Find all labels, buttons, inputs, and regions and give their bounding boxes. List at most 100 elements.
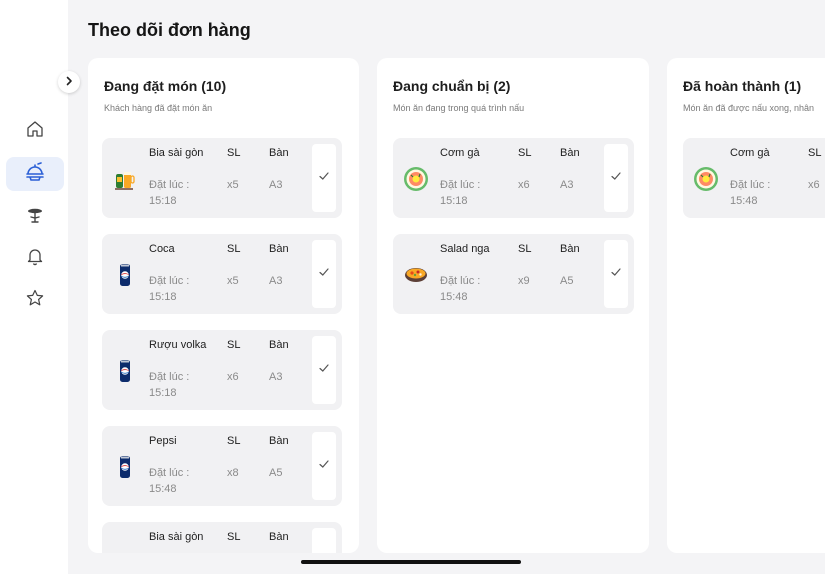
order-time-label: Đặt lúc : xyxy=(149,179,190,191)
check-icon xyxy=(318,265,330,283)
column-title: Đang chuẩn bị (2) xyxy=(393,78,511,94)
order-time-label: Đặt lúc : xyxy=(730,179,771,191)
quantity-header: SL xyxy=(227,531,241,543)
order-time: 15:18 xyxy=(149,195,177,207)
column-completed: Đã hoàn thành (1) Món ăn đã được nấu xon… xyxy=(667,58,825,553)
item-name: Pepsi xyxy=(149,435,177,447)
table-icon xyxy=(25,205,45,230)
can-icon xyxy=(110,452,140,482)
check-icon xyxy=(610,169,622,187)
item-name: Coca xyxy=(149,243,175,255)
page-title: Theo dõi đơn hàng xyxy=(88,20,251,40)
quantity-value: x8 xyxy=(227,467,239,479)
table-header: Bàn xyxy=(269,435,289,447)
table-value: A3 xyxy=(269,371,283,383)
table-value: A5 xyxy=(269,467,283,479)
quantity-value: x6 xyxy=(808,179,820,191)
confirm-button[interactable] xyxy=(312,144,336,212)
order-card[interactable]: Bia sài gòn SL Bàn Đặt lúc : 15:18 x5 A3 xyxy=(102,138,342,218)
order-time-label: Đặt lúc : xyxy=(149,467,190,479)
star-icon xyxy=(25,288,45,313)
quantity-value: x6 xyxy=(518,179,530,191)
quantity-header: SL xyxy=(518,147,532,159)
order-time: 15:18 xyxy=(149,387,177,399)
order-card[interactable]: Coca SL Bàn Đặt lúc : 15:18 x5 A3 xyxy=(102,234,342,314)
column-title: Đã hoàn thành (1) xyxy=(683,78,802,94)
quantity-header: SL xyxy=(227,243,241,255)
nav-home[interactable] xyxy=(6,114,64,148)
nav-notifications[interactable] xyxy=(6,241,64,275)
confirm-button[interactable] xyxy=(312,432,336,500)
quantity-header: SL xyxy=(808,147,822,159)
check-icon xyxy=(318,169,330,187)
order-time-label: Đặt lúc : xyxy=(149,371,190,383)
column-preparing: Đang chuẩn bị (2) Món ăn đang trong quá … xyxy=(377,58,649,553)
order-time-label: Đặt lúc : xyxy=(149,275,190,287)
quantity-value: x6 xyxy=(227,371,239,383)
item-name: Cơm gà xyxy=(730,147,770,159)
item-name: Bia sài gòn xyxy=(149,531,204,543)
check-icon xyxy=(610,265,622,283)
confirm-button[interactable] xyxy=(312,528,336,553)
quantity-value: x5 xyxy=(227,179,239,191)
quantity-header: SL xyxy=(227,147,241,159)
order-card[interactable]: Cơm gà SL Đặt lúc : 15:48 x6 xyxy=(683,138,825,218)
order-card[interactable]: Pepsi SL Bàn Đặt lúc : 15:48 x8 A5 xyxy=(102,426,342,506)
quantity-value: x5 xyxy=(227,275,239,287)
table-header: Bàn xyxy=(269,243,289,255)
table-header: Bàn xyxy=(560,147,580,159)
check-icon xyxy=(318,361,330,379)
bell-icon xyxy=(25,246,45,271)
table-value: A3 xyxy=(269,179,283,191)
nav-orders[interactable] xyxy=(6,157,64,191)
confirm-button[interactable] xyxy=(604,240,628,308)
order-time: 15:18 xyxy=(149,291,177,303)
quantity-value: x9 xyxy=(518,275,530,287)
order-card[interactable]: Bia sài gòn SL Bàn xyxy=(102,522,342,553)
table-header: Bàn xyxy=(269,531,289,543)
quantity-header: SL xyxy=(227,435,241,447)
salad-bowl-icon xyxy=(401,260,431,290)
confirm-button[interactable] xyxy=(604,144,628,212)
can-icon xyxy=(110,356,140,386)
table-header: Bàn xyxy=(269,147,289,159)
can-icon xyxy=(110,260,140,290)
column-title: Đang đặt món (10) xyxy=(104,78,227,94)
item-name: Bia sài gòn xyxy=(149,147,204,159)
beer-icon xyxy=(110,164,140,194)
order-card[interactable]: Rượu volka SL Bàn Đặt lúc : 15:18 x6 A3 xyxy=(102,330,342,410)
table-header: Bàn xyxy=(269,339,289,351)
order-time: 15:48 xyxy=(440,291,468,303)
beer-icon xyxy=(110,548,140,553)
home-indicator xyxy=(301,560,521,564)
order-card[interactable]: Cơm gà SL Bàn Đặt lúc : 15:18 x6 A3 xyxy=(393,138,634,218)
order-time: 15:48 xyxy=(149,483,177,495)
item-name: Salad nga xyxy=(440,243,490,255)
quantity-header: SL xyxy=(518,243,532,255)
order-time: 15:18 xyxy=(440,195,468,207)
table-value: A3 xyxy=(269,275,283,287)
column-subtitle: Khách hàng đã đặt món ăn xyxy=(104,103,213,113)
table-value: A5 xyxy=(560,275,574,287)
check-icon xyxy=(318,457,330,475)
order-card[interactable]: Salad nga SL Bàn Đặt lúc : 15:48 x9 A5 xyxy=(393,234,634,314)
table-header: Bàn xyxy=(560,243,580,255)
confirm-button[interactable] xyxy=(312,240,336,308)
order-time-label: Đặt lúc : xyxy=(440,275,481,287)
chevron-right-icon xyxy=(64,73,74,91)
sidebar-toggle-button[interactable] xyxy=(58,71,80,93)
item-name: Cơm gà xyxy=(440,147,480,159)
food-tray-icon xyxy=(24,161,46,188)
column-ordering: Đang đặt món (10) Khách hàng đã đặt món … xyxy=(88,58,359,553)
order-time-label: Đặt lúc : xyxy=(440,179,481,191)
confirm-button[interactable] xyxy=(312,336,336,404)
order-time: 15:48 xyxy=(730,195,758,207)
nav-favorites[interactable] xyxy=(6,283,64,317)
column-subtitle: Món ăn đang trong quá trình nấu xyxy=(393,103,525,113)
home-icon xyxy=(25,119,45,144)
column-subtitle: Món ăn đã được nấu xong, nhân xyxy=(683,103,815,113)
nav-tables[interactable] xyxy=(6,200,64,234)
rice-plate-icon xyxy=(691,164,721,194)
quantity-header: SL xyxy=(227,339,241,351)
item-name: Rượu volka xyxy=(149,339,207,351)
